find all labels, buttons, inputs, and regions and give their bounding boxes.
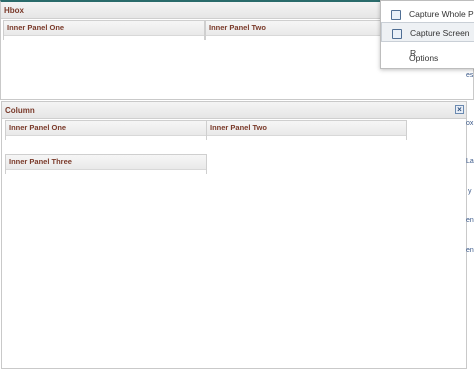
capture-menu: Capture Whole Pa Capture Screen R Option… [380, 0, 474, 69]
column-inner-panel-three-title: Inner Panel Three [6, 155, 206, 170]
capture-page-icon [391, 10, 401, 20]
column-inner-panel-two-title: Inner Panel Two [207, 121, 406, 136]
background-fragment: en [466, 217, 474, 224]
column-panel: Column × Inner Panel One Inner Panel Two… [1, 101, 467, 369]
hbox-inner-panel-one-title: Inner Panel One [4, 21, 204, 36]
column-inner-panel-two: Inner Panel Two [206, 120, 407, 140]
column-inner-panel-one-title: Inner Panel One [6, 121, 206, 136]
menu-item-capture-screen-region[interactable]: Capture Screen R [381, 22, 474, 58]
menu-item-capture-whole-page[interactable]: Capture Whole Pa [381, 4, 474, 24]
hbox-inner-panel-two: Inner Panel Two [205, 20, 407, 40]
background-fragment: en [466, 247, 474, 254]
column-inner-panel-one: Inner Panel One [5, 120, 207, 140]
column-inner-panel-three: Inner Panel Three [5, 154, 207, 174]
hbox-inner-panel-two-title: Inner Panel Two [206, 21, 406, 36]
menu-item-label: Capture Whole Pa [409, 9, 474, 19]
column-header: Column × [2, 102, 466, 119]
menu-item-label: Options [409, 53, 439, 63]
background-fragment: es [466, 72, 474, 79]
close-icon[interactable]: × [455, 105, 464, 114]
background-fragment: La [466, 158, 474, 165]
menu-item-options[interactable]: Options [381, 48, 474, 68]
capture-region-icon [392, 29, 402, 39]
hbox-inner-panel-one: Inner Panel One [3, 20, 205, 40]
column-title: Column [5, 106, 35, 115]
background-fragment: ox [466, 120, 474, 127]
background-fragment: y [468, 188, 472, 195]
